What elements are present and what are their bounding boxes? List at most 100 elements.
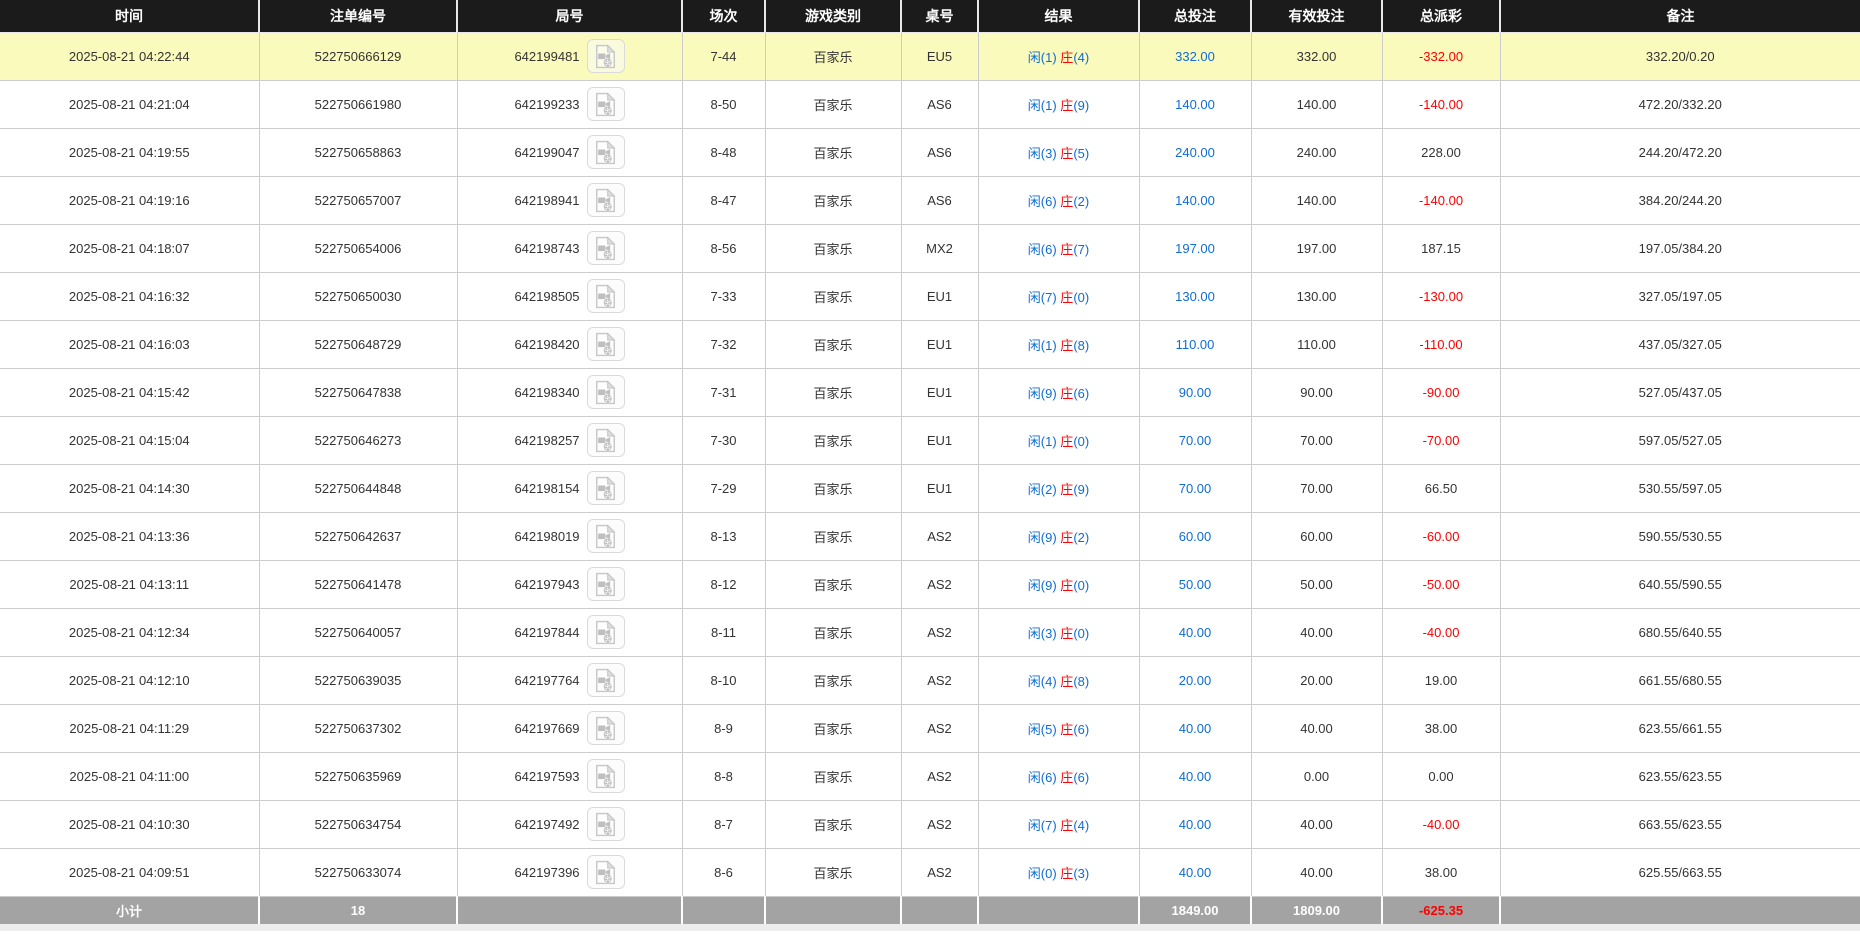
total-bet-value[interactable]: 20.00 (1179, 673, 1212, 688)
video-replay-button[interactable] (587, 375, 625, 409)
video-replay-button[interactable] (587, 279, 625, 313)
video-file-icon (595, 716, 616, 741)
video-replay-button[interactable] (587, 519, 625, 553)
cell-total_bet: 20.00 (1139, 656, 1251, 704)
cell-remark: 623.55/623.55 (1500, 752, 1860, 800)
cell-payout: -90.00 (1382, 368, 1500, 416)
result-link[interactable]: 闲(1) 庄(0) (1028, 434, 1089, 449)
video-replay-button[interactable] (587, 615, 625, 649)
cell-bet_id: 522750647838 (259, 368, 457, 416)
video-replay-button[interactable] (587, 471, 625, 505)
total-bet-value[interactable]: 50.00 (1179, 577, 1212, 592)
cell-game_type: 百家乐 (765, 128, 901, 176)
result-link[interactable]: 闲(3) 庄(5) (1028, 146, 1089, 161)
cell-time: 2025-08-21 04:09:51 (0, 848, 259, 896)
total-bet-value[interactable]: 40.00 (1179, 625, 1212, 640)
cell-result: 闲(7) 庄(4) (978, 800, 1139, 848)
result-link[interactable]: 闲(1) 庄(9) (1028, 98, 1089, 113)
round-number: 642197593 (514, 769, 579, 784)
video-replay-button[interactable] (587, 567, 625, 601)
cell-time: 2025-08-21 04:18:07 (0, 224, 259, 272)
table-row: 2025-08-21 04:18:07522750654006642198743… (0, 224, 1860, 272)
cell-result: 闲(1) 庄(9) (978, 80, 1139, 128)
cell-total_bet: 140.00 (1139, 176, 1251, 224)
result-link[interactable]: 闲(1) 庄(8) (1028, 338, 1089, 353)
cell-game_type: 百家乐 (765, 608, 901, 656)
result-link[interactable]: 闲(2) 庄(9) (1028, 482, 1089, 497)
video-replay-button[interactable] (587, 807, 625, 841)
cell-remark: 597.05/527.05 (1500, 416, 1860, 464)
total-bet-value[interactable]: 40.00 (1179, 769, 1212, 784)
result-link[interactable]: 闲(5) 庄(6) (1028, 722, 1089, 737)
cell-game_type: 百家乐 (765, 800, 901, 848)
total-bet-value[interactable]: 40.00 (1179, 721, 1212, 736)
cell-valid_bet: 110.00 (1251, 320, 1382, 368)
table-row: 2025-08-21 04:16:32522750650030642198505… (0, 272, 1860, 320)
cell-game_type: 百家乐 (765, 704, 901, 752)
total-bet-value[interactable]: 130.00 (1175, 289, 1215, 304)
result-link[interactable]: 闲(3) 庄(0) (1028, 626, 1089, 641)
cell-time: 2025-08-21 04:21:04 (0, 80, 259, 128)
cell-session: 7-29 (682, 464, 765, 512)
total-bet-value[interactable]: 332.00 (1175, 49, 1215, 64)
video-replay-button[interactable] (587, 855, 625, 889)
round-number: 642197396 (514, 865, 579, 880)
video-replay-button[interactable] (587, 39, 625, 73)
result-link[interactable]: 闲(6) 庄(2) (1028, 194, 1089, 209)
video-replay-button[interactable] (587, 759, 625, 793)
total-bet-value[interactable]: 40.00 (1179, 817, 1212, 832)
total-bet-value[interactable]: 70.00 (1179, 481, 1212, 496)
result-link[interactable]: 闲(4) 庄(8) (1028, 674, 1089, 689)
cell-payout: 38.00 (1382, 704, 1500, 752)
total-bet-value[interactable]: 197.00 (1175, 241, 1215, 256)
cell-bet_id: 522750666129 (259, 32, 457, 80)
result-link[interactable]: 闲(9) 庄(2) (1028, 530, 1089, 545)
total-bet-value[interactable]: 240.00 (1175, 145, 1215, 160)
video-replay-button[interactable] (587, 183, 625, 217)
column-header-result: 结果 (978, 0, 1139, 32)
cell-table_id: AS6 (901, 128, 978, 176)
cell-valid_bet: 90.00 (1251, 368, 1382, 416)
total-bet-value[interactable]: 90.00 (1179, 385, 1212, 400)
result-link[interactable]: 闲(6) 庄(6) (1028, 770, 1089, 785)
video-replay-button[interactable] (587, 711, 625, 745)
cell-bet_id: 522750650030 (259, 272, 457, 320)
video-replay-button[interactable] (587, 231, 625, 265)
result-link[interactable]: 闲(7) 庄(0) (1028, 290, 1089, 305)
cell-payout: -140.00 (1382, 176, 1500, 224)
total-bet-value[interactable]: 140.00 (1175, 97, 1215, 112)
banker-label: 庄 (1060, 290, 1073, 305)
cell-round: 642199047 (457, 128, 682, 176)
video-replay-button[interactable] (587, 87, 625, 121)
table-row: 2025-08-21 04:14:30522750644848642198154… (0, 464, 1860, 512)
cell-bet_id: 522750639035 (259, 656, 457, 704)
cell-game_type: 百家乐 (765, 320, 901, 368)
total-bet-value[interactable]: 140.00 (1175, 193, 1215, 208)
subtotal-count: 18 (259, 896, 457, 924)
cell-payout: 19.00 (1382, 656, 1500, 704)
cell-session: 8-56 (682, 224, 765, 272)
cell-valid_bet: 40.00 (1251, 704, 1382, 752)
cell-valid_bet: 40.00 (1251, 608, 1382, 656)
result-link[interactable]: 闲(7) 庄(4) (1028, 818, 1089, 833)
video-replay-button[interactable] (587, 327, 625, 361)
cell-valid_bet: 40.00 (1251, 800, 1382, 848)
video-replay-button[interactable] (587, 135, 625, 169)
cell-result: 闲(9) 庄(0) (978, 560, 1139, 608)
video-replay-button[interactable] (587, 663, 625, 697)
cell-round: 642199233 (457, 80, 682, 128)
cell-bet_id: 522750641478 (259, 560, 457, 608)
total-bet-value[interactable]: 40.00 (1179, 865, 1212, 880)
total-bet-value[interactable]: 60.00 (1179, 529, 1212, 544)
cell-valid_bet: 130.00 (1251, 272, 1382, 320)
banker-label: 庄 (1060, 722, 1073, 737)
total-bet-value[interactable]: 110.00 (1176, 337, 1215, 352)
total-bet-value[interactable]: 70.00 (1179, 433, 1212, 448)
result-link[interactable]: 闲(6) 庄(7) (1028, 242, 1089, 257)
result-link[interactable]: 闲(0) 庄(3) (1028, 866, 1089, 881)
cell-game_type: 百家乐 (765, 272, 901, 320)
result-link[interactable]: 闲(9) 庄(6) (1028, 386, 1089, 401)
result-link[interactable]: 闲(9) 庄(0) (1028, 578, 1089, 593)
result-link[interactable]: 闲(1) 庄(4) (1028, 50, 1089, 65)
video-replay-button[interactable] (587, 423, 625, 457)
